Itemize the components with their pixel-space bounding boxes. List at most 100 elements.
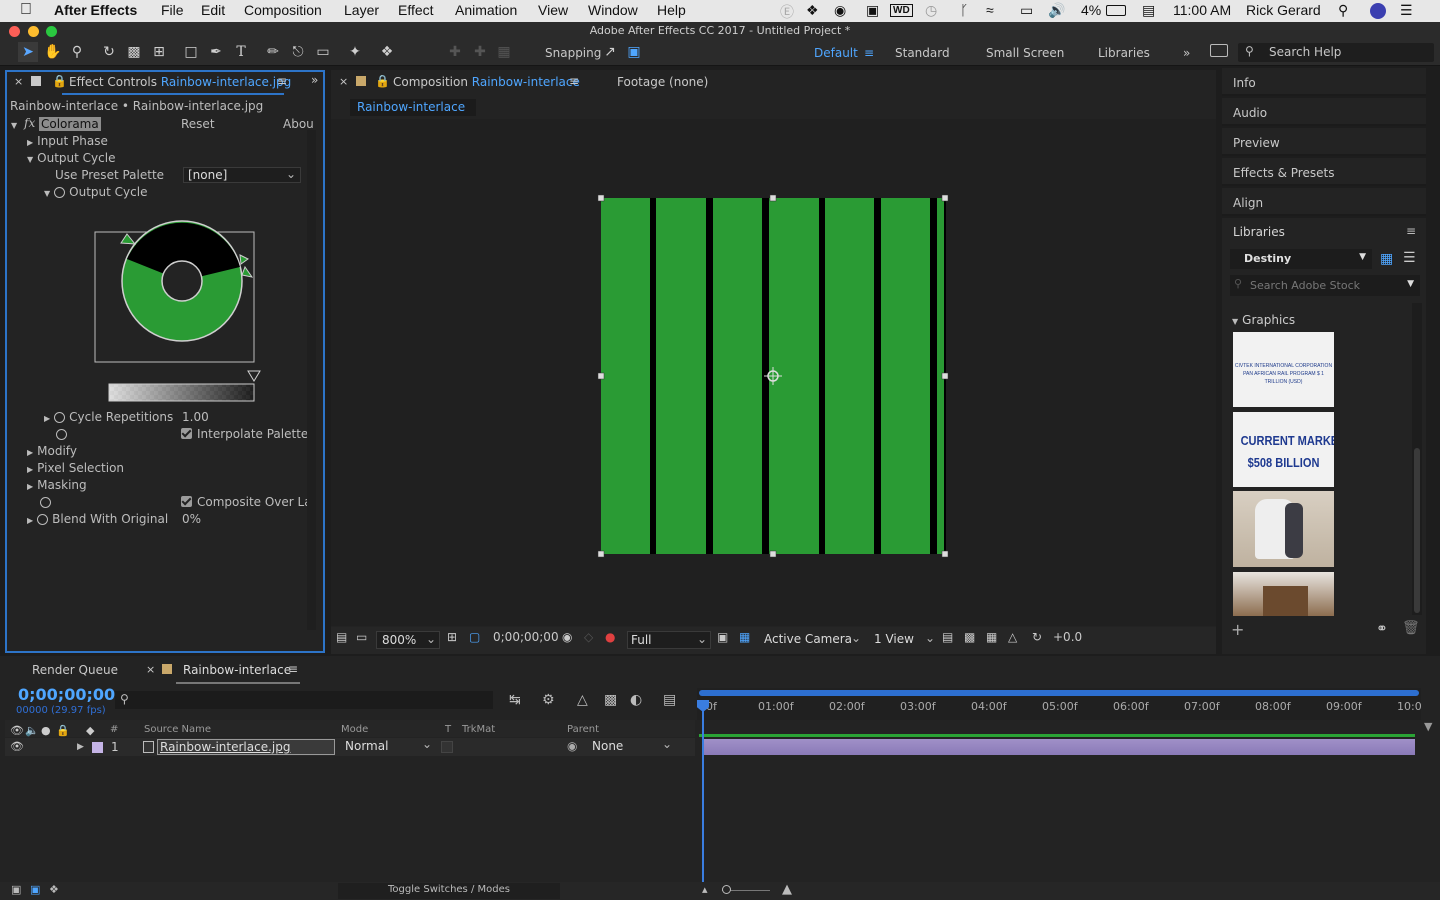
volume-icon[interactable]: 🔊 xyxy=(1048,2,1065,19)
camera-tool-icon[interactable]: ▩ xyxy=(124,42,144,62)
label-tag-icon[interactable]: ◆ xyxy=(86,724,94,737)
pan-behind-tool-icon[interactable]: ⊞ xyxy=(149,42,169,62)
masking-group[interactable]: ▶ Masking xyxy=(27,478,87,492)
graphic-thumbnail-2[interactable]: CURRENT MARKET$508 BILLION xyxy=(1233,412,1334,487)
toggle-switches-modes-button[interactable]: Toggle Switches / Modes xyxy=(338,883,560,899)
exposure-value[interactable]: +0.0 xyxy=(1053,630,1082,644)
effect-about-link[interactable]: Abou xyxy=(283,117,314,131)
menu-view[interactable]: View xyxy=(538,2,568,18)
creative-cloud-sync-icon[interactable]: ⚭ xyxy=(1376,621,1388,637)
stopwatch-icon[interactable] xyxy=(54,187,66,198)
reset-exposure-icon[interactable]: ↻ xyxy=(1032,630,1042,644)
timeline-menu-icon[interactable]: ≡ xyxy=(288,662,298,676)
frame-blending-icon[interactable]: ▩ xyxy=(604,692,617,708)
axis-view-icon[interactable]: ▦ xyxy=(494,42,514,62)
close-comp-panel-icon[interactable]: × xyxy=(339,75,348,88)
panel-menu-icon[interactable]: ≡ xyxy=(277,74,287,88)
output-cycle-wheel[interactable] xyxy=(90,215,270,407)
graphic-thumbnail-3[interactable] xyxy=(1233,491,1334,567)
comp-panel-menu-icon[interactable]: ≡ xyxy=(569,74,579,88)
bluetooth-icon[interactable]: ᚴ xyxy=(960,2,968,18)
menu-layer[interactable]: Layer xyxy=(344,2,379,18)
mode-header[interactable]: Mode xyxy=(341,724,368,735)
timeline-icon[interactable]: ▦ xyxy=(986,630,997,644)
in-out-stretch-icon[interactable]: ❖ xyxy=(49,883,59,896)
effect-controls-tab[interactable]: Effect Controls Rainbow-interlace.jpg xyxy=(69,75,291,89)
layer-duration-bar[interactable] xyxy=(703,739,1415,755)
modify-group[interactable]: ▶ Modify xyxy=(27,444,77,458)
status-d-icon[interactable]: Ⓔ xyxy=(780,2,794,22)
wifi-icon[interactable]: ≈ xyxy=(986,2,994,18)
libraries-scroll-thumb[interactable] xyxy=(1414,448,1420,613)
layer-mode-dropdown[interactable]: Normal ⌄ xyxy=(341,737,436,755)
lock-icon[interactable]: 🔒 xyxy=(375,74,390,88)
dropbox-icon[interactable]: ❖ xyxy=(806,2,819,19)
solo-icon[interactable]: ● xyxy=(41,724,51,737)
input-phase-group[interactable]: ▶ Input Phase xyxy=(27,134,108,148)
effects-presets-panel-header[interactable]: Effects & Presets xyxy=(1222,158,1426,186)
graph-editor-icon[interactable]: ▤ xyxy=(663,692,676,708)
workspace-menu-icon[interactable]: ≡ xyxy=(864,46,874,60)
menu-composition[interactable]: Composition xyxy=(244,2,322,18)
time-machine-icon[interactable]: ◷ xyxy=(925,2,937,19)
workspace-overflow-icon[interactable]: » xyxy=(1183,46,1190,60)
blend-value[interactable]: 0% xyxy=(182,512,201,526)
camera-dropdown[interactable]: Active Camera ⌄ xyxy=(760,631,864,649)
panel-overflow-icon[interactable]: » xyxy=(311,73,318,87)
title-action-safe-icon[interactable]: ⊞ xyxy=(447,630,457,644)
menu-animation[interactable]: Animation xyxy=(455,2,517,18)
transfer-controls-icon[interactable]: ▣ xyxy=(30,883,40,896)
zoom-slider-thumb[interactable] xyxy=(722,885,731,894)
lock-icon[interactable]: 🔒 xyxy=(56,724,70,737)
composition-tab[interactable]: Composition Rainbow-interlace xyxy=(393,75,580,89)
close-panel-icon[interactable]: × xyxy=(14,75,23,88)
layer-switches-icon[interactable]: ▣ xyxy=(11,883,21,896)
audio-panel-header[interactable]: Audio xyxy=(1222,98,1426,126)
comp-frame[interactable] xyxy=(590,190,960,565)
cycle-repetitions-value[interactable]: 1.00 xyxy=(182,410,209,424)
layer-expand-icon[interactable]: ▶ xyxy=(77,742,84,752)
search-adobe-stock-field[interactable]: ⚲ Search Adobe Stock ▼ xyxy=(1230,275,1420,296)
axis-local-icon[interactable]: ✚ xyxy=(445,42,465,62)
time-navigator-end-icon[interactable]: ▼ xyxy=(1424,720,1432,733)
audio-icon[interactable]: 🔈 xyxy=(25,724,39,737)
siri-icon[interactable] xyxy=(1370,3,1386,19)
axis-world-icon[interactable]: ✚ xyxy=(470,42,490,62)
blend-with-original-param[interactable]: ▶ Blend With Original xyxy=(27,512,168,526)
interpolate-palette-checkbox[interactable]: Interpolate Palette xyxy=(181,427,308,441)
battery-icon[interactable] xyxy=(1106,5,1126,16)
stopwatch-icon[interactable] xyxy=(37,514,49,525)
workspace-small-screen[interactable]: Small Screen xyxy=(986,46,1064,60)
toggle-pixel-aspect-icon[interactable]: ▤ xyxy=(942,630,953,644)
layer-in-out-bar[interactable] xyxy=(699,734,1415,737)
parent-header[interactable]: Parent xyxy=(567,724,599,735)
comp-flowchart-icon[interactable]: ↹ xyxy=(509,692,521,708)
mask-visibility-icon[interactable]: ▢ xyxy=(469,630,480,644)
stopwatch-icon[interactable] xyxy=(56,427,71,441)
lock-icon[interactable]: 🔒 xyxy=(52,74,67,88)
app-menu[interactable]: After Effects xyxy=(54,2,137,18)
menu-effect[interactable]: Effect xyxy=(398,2,434,18)
zoom-dropdown[interactable]: 800% ⌄ xyxy=(376,631,440,649)
shy-layers-icon[interactable]: △ xyxy=(577,692,588,708)
graphic-thumbnail-4[interactable] xyxy=(1233,572,1334,616)
spotlight-search-icon[interactable]: ⚲ xyxy=(1338,2,1348,19)
transparency-grid-icon[interactable]: ▦ xyxy=(739,630,750,644)
clone-stamp-tool-icon[interactable]: ⎋ xyxy=(288,42,308,62)
align-panel-header[interactable]: Align xyxy=(1222,188,1426,216)
creative-cloud-icon[interactable]: ◉ xyxy=(834,2,846,19)
preserve-transparency-toggle[interactable] xyxy=(441,741,453,753)
graphic-thumbnail-1[interactable]: CIVTEK INTERNATIONAL CORPORATION PAN AFR… xyxy=(1233,332,1334,407)
menu-edit[interactable]: Edit xyxy=(201,2,225,18)
draft-3d-icon[interactable]: ⚙ xyxy=(542,692,555,708)
eraser-tool-icon[interactable]: ▭ xyxy=(313,42,333,62)
footage-tab[interactable]: Footage (none) xyxy=(617,75,708,89)
snap-options-icon[interactable]: ↗ xyxy=(600,42,620,62)
close-timeline-tab-icon[interactable]: × xyxy=(146,663,155,676)
airplay-icon[interactable]: ▭ xyxy=(1020,2,1033,19)
type-tool-icon[interactable]: T xyxy=(231,42,251,62)
show-snapshot-icon[interactable]: ◇ xyxy=(584,630,593,644)
effect-name[interactable]: Colorama xyxy=(39,117,101,131)
fx-toggle-icon[interactable]: fx xyxy=(24,116,35,130)
effect-controls-scrollbar[interactable] xyxy=(307,130,316,630)
